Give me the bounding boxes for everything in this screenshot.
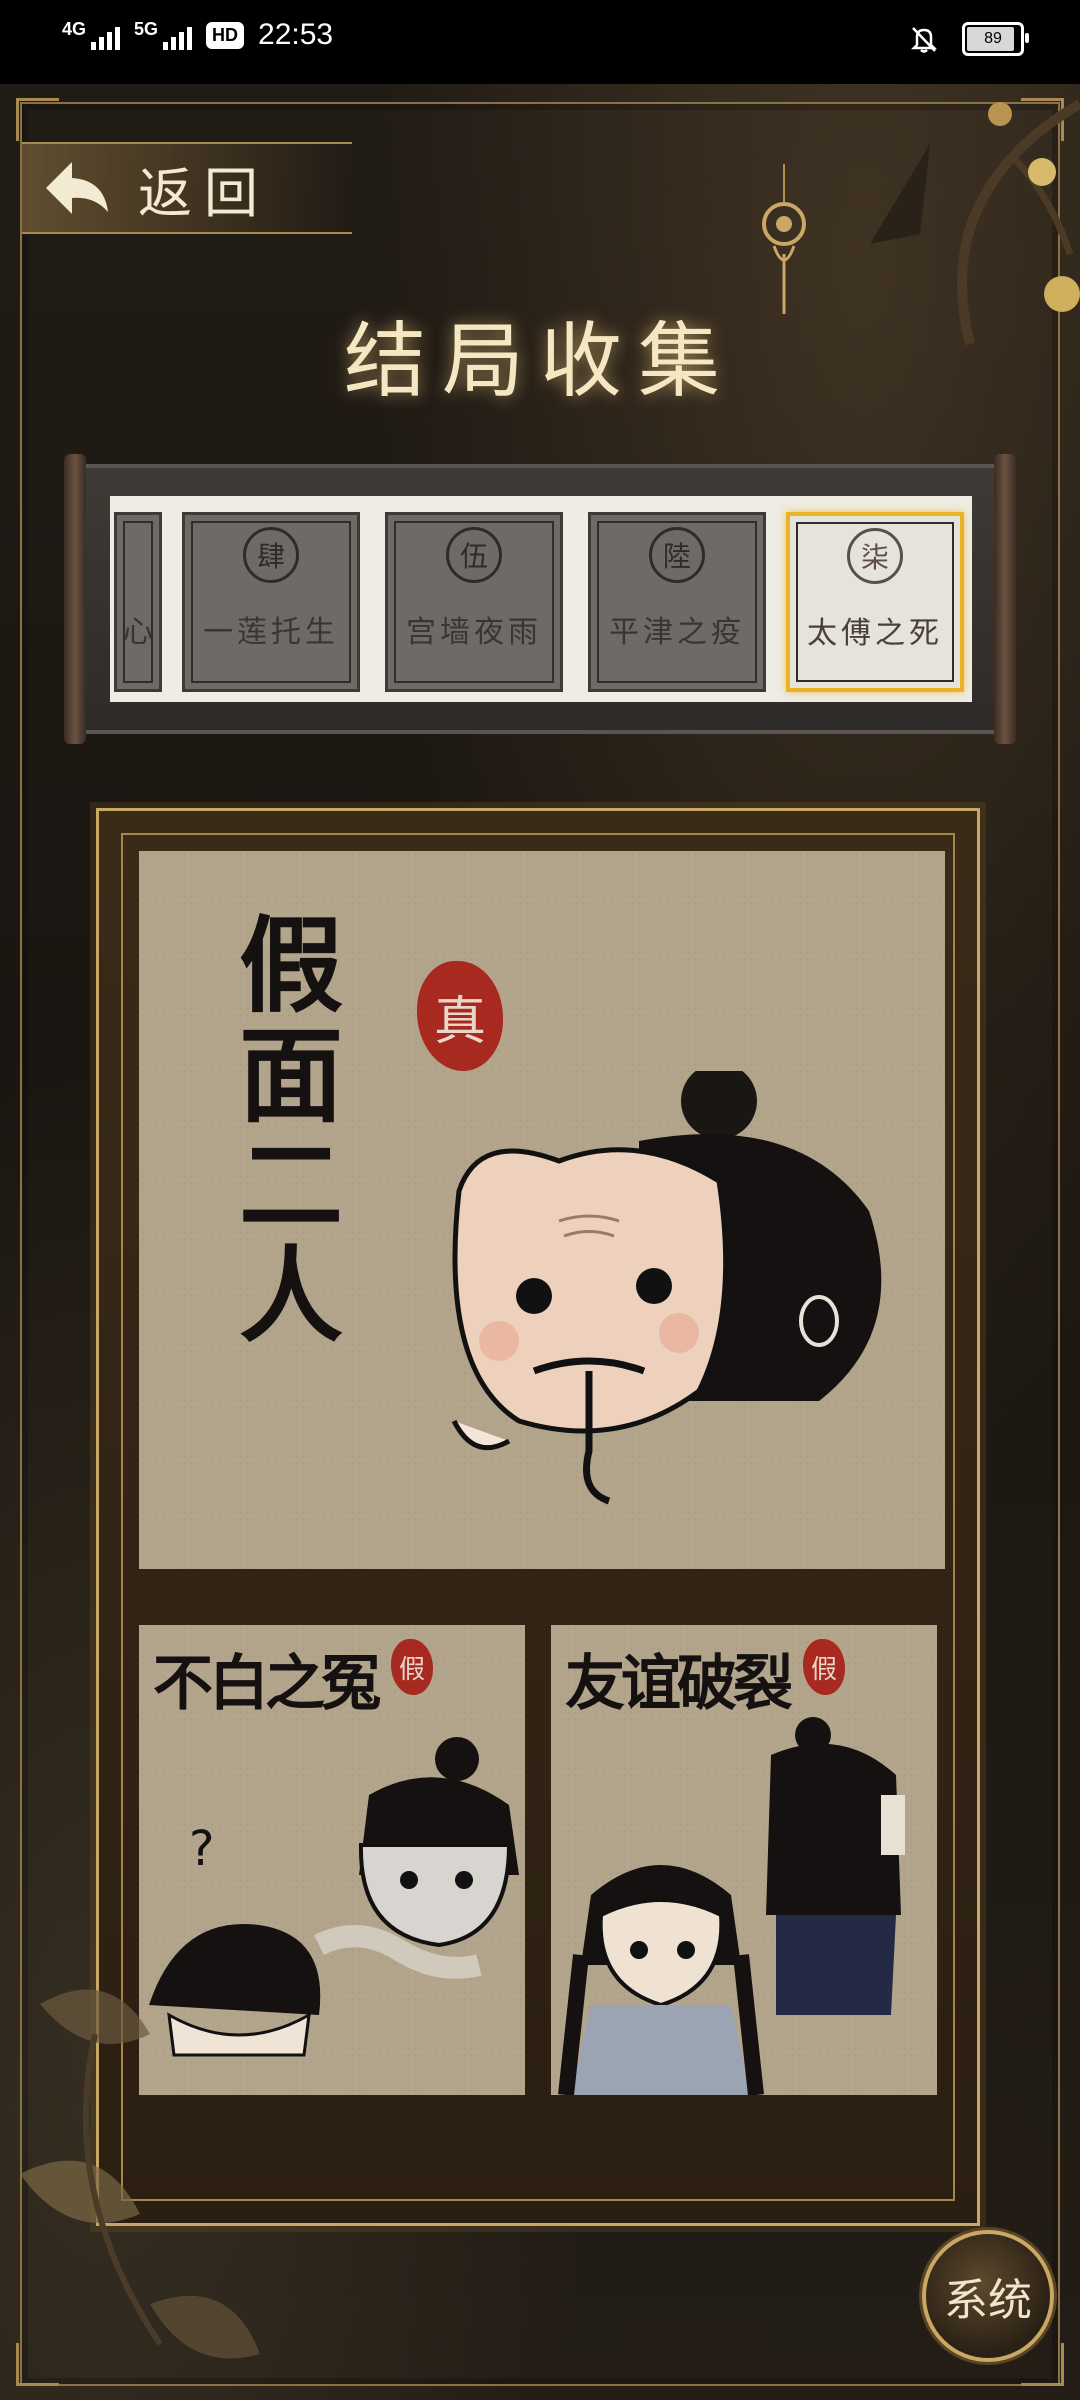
illustration-title: 不白之冤 [153,1649,381,1719]
battery-icon: 89 [962,22,1029,56]
ending-illustration-main[interactable]: 假面二人 真 [139,851,945,1569]
illustration-title: 友谊破裂 [565,1649,793,1719]
false-stamp: 假 [803,1639,845,1695]
ending-selector-scroll[interactable]: 心 肆 一莲托生 伍 宫墙夜雨 陸 平津之疫 柒 太傅之死 [64,454,1016,744]
back-button[interactable]: 返回 [22,142,352,234]
signal-5g-icon: 5G [134,19,193,50]
characters-illustration [558,1717,905,2095]
ginkgo-leaves-decoration [20,1989,260,2359]
ending-number-seal: 陸 [649,527,705,583]
ending-name: 宫墙夜雨 [406,615,542,650]
frame-corner [16,98,59,141]
hd-voice-icon: HD [206,21,245,49]
illustration-title: 假面二人 [239,904,344,1357]
battery-level: 89 [984,30,1002,47]
ending-card[interactable]: 心 [114,512,162,692]
ending-name: 平津之疫 [609,615,745,650]
ending-collection-screen: 返回 结局收集 心 肆 一莲托生 伍 宫墙夜雨 陸 平津之疫 柒 太傅之死 假面… [0,84,1080,2400]
frame-corner [1021,2343,1064,2386]
page-title: 结局收集 [343,314,736,409]
ending-number-seal: 肆 [243,527,299,583]
svg-text:?: ? [189,1821,214,1877]
ending-card-list: 心 肆 一莲托生 伍 宫墙夜雨 陸 平津之疫 柒 太傅之死 [110,496,972,702]
signal-4g-icon: 4G [62,19,121,50]
ending-number-seal: 伍 [446,527,502,583]
ending-card-selected[interactable]: 柒 太傅之死 [786,512,964,692]
ending-name: 太傅之死 [807,616,943,651]
bell-off-icon [910,27,938,53]
false-stamp: 假 [391,1639,433,1695]
scroll-rod-right [994,454,1016,744]
signal-4g-label: 4G [62,19,87,39]
signal-5g-label: 5G [134,19,159,39]
status-bar: 4G 5G HD 22:53 89 [0,0,1080,84]
ending-name: 心 [123,615,157,650]
true-stamp: 真 [417,961,503,1071]
character-head-illustration [451,1071,882,1505]
ending-illustration-sub[interactable]: 友谊破裂 假 [551,1625,937,2095]
back-label: 返回 [138,161,270,225]
system-button[interactable]: 系统 [922,2230,1054,2362]
ending-card[interactable]: 伍 宫墙夜雨 [385,512,563,692]
ending-card[interactable]: 陸 平津之疫 [588,512,766,692]
back-arrow-icon [46,162,108,214]
ending-name: 一莲托生 [203,615,339,650]
clock: 22:53 [258,18,334,51]
ending-card[interactable]: 肆 一莲托生 [182,512,360,692]
scroll-rod-left [64,454,86,744]
ending-number-seal: 柒 [847,528,903,584]
